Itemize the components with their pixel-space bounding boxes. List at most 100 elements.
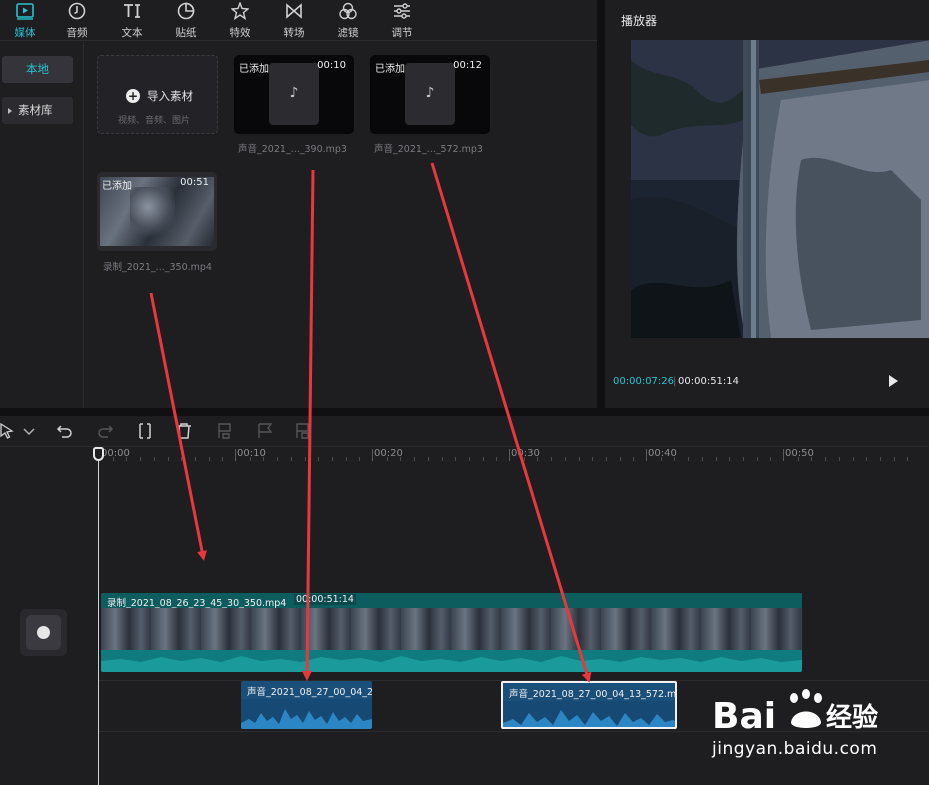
tick-mark [372,449,373,461]
media-duration: 00:12 [453,60,482,71]
video-audio-waveform [101,650,802,672]
tab-adjust[interactable]: 调节 [382,0,422,41]
select-cursor-icon[interactable] [0,422,18,440]
play-square-icon [16,3,34,20]
tick-mark-minor [126,457,128,461]
speaker-icon [26,615,61,650]
media-duration: 00:10 [317,60,346,71]
tick-mark-minor [249,457,251,461]
delete-icon[interactable] [175,422,193,440]
watermark-brand: Bai [712,696,776,737]
tick-mark-minor [140,457,142,461]
sidebar-item-library[interactable]: 素材库 [2,97,73,124]
media-card-name: 声音_2021_..._390.mp3 [238,144,347,155]
tick-mark-minor [331,457,333,461]
tick-mark-minor [688,457,690,461]
baidu-paw-logo: Bai 经验 [712,689,878,737]
play-icon[interactable] [889,375,898,387]
tick-mark-minor [523,457,525,461]
audio-clip-2[interactable]: 声音_2021_08_27_00_04_13_572.m [501,681,677,729]
tab-audio[interactable]: 音频 [57,0,97,41]
tick-mark-minor [386,457,388,461]
tick-mark-minor [674,457,676,461]
audio-clip-name: 声音_2021_08_27_00_04_13_572.m [509,689,677,700]
time-separator: | [673,376,677,387]
timeline-ruler[interactable]: 00:00 00:10 00:20 00:30 00:40 00:50 [0,447,929,465]
tab-text[interactable]: 文本 [112,0,152,41]
tick-mark-minor [770,457,772,461]
chevron-down-icon[interactable] [20,422,38,440]
tick-mark-minor [605,457,607,461]
tick-mark-minor [427,457,429,461]
sidebar-item-library-label: 素材库 [18,103,53,117]
tick-mark-minor [797,457,799,461]
media-card-audio-1[interactable]: ♪ 已添加 00:10 [234,55,354,134]
tick-mark-minor [756,457,758,461]
added-badge: 已添加 [239,64,269,75]
tick-mark-minor [866,457,868,461]
split-icon[interactable] [136,422,154,440]
redo-icon[interactable] [96,422,114,440]
playhead-handle[interactable] [93,447,104,461]
tick-mark-minor [811,457,813,461]
tick-mark-minor [893,457,895,461]
tab-transition-label: 转场 [283,27,305,39]
tick-mark-minor [838,457,840,461]
tab-transition[interactable]: 转场 [274,0,314,41]
tick-mark-minor [564,457,566,461]
tick-mark-minor [167,457,169,461]
tab-effects[interactable]: 特效 [220,0,260,41]
crop-icon[interactable] [294,422,312,440]
audio-clip-1[interactable]: 声音_2021_08_27_00_04_28 [241,681,372,729]
media-card-audio-2[interactable]: ♪ 已添加 00:12 [370,55,490,134]
media-card-name: 声音_2021_..._572.mp3 [374,144,483,155]
import-media-label: 导入素材 [147,89,193,103]
video-clip[interactable]: 录制_2021_08_26_23_45_30_350.mp4 00:00:51:… [101,593,802,672]
tab-media[interactable]: 媒体 [5,0,45,41]
audio-waveform [503,701,675,727]
tick-mark-minor [701,457,703,461]
waveform-graphic [503,710,675,727]
video-clip-name: 录制_2021_08_26_23_45_30_350.mp4 [107,598,287,609]
video-filmstrip [101,608,802,650]
media-panel: 媒体 音频 文本 贴纸 特效 转场 滤镜 调节 本地 素材库 + 导入素材 视频… [0,0,597,408]
tick-mark-minor [482,457,484,461]
tick-mark-minor [742,457,744,461]
tick-mark-minor [729,457,731,461]
tick-mark-minor [318,457,320,461]
sparkle-star-icon [231,2,249,20]
player-preview[interactable] [631,40,929,338]
track-audio-toggle[interactable] [20,609,67,656]
tab-filter[interactable]: 滤镜 [328,0,368,41]
tick-label: 00:10 [237,448,266,459]
tick-mark-minor [455,457,457,461]
undo-icon[interactable] [56,422,74,440]
media-sidebar: 本地 素材库 [0,42,84,408]
tick-mark-minor [414,457,416,461]
player-title: 播放器 [621,14,658,28]
playhead-line[interactable] [98,448,99,785]
flag-icon[interactable] [256,422,274,440]
tab-sticker[interactable]: 贴纸 [166,0,206,41]
tick-mark-minor [400,457,402,461]
sidebar-item-local[interactable]: 本地 [2,56,73,83]
tick-mark-minor [359,457,361,461]
tick-label: 00:50 [785,448,814,459]
tick-mark-minor [825,457,827,461]
current-time: 00:00:07:26 [613,376,675,387]
tab-effects-label: 特效 [229,27,251,39]
timeline-toolbar [0,416,929,447]
baidu-watermark: Bai 经验 jingyan.baidu.com [706,684,916,764]
tab-filter-label: 滤镜 [337,27,359,39]
media-card-video[interactable]: 已添加 00:51 [97,172,217,251]
import-media-button[interactable]: + 导入素材 视频、音频、图片 [97,55,218,134]
tick-mark-minor [578,457,580,461]
music-note-icon: ♪ [425,85,435,101]
freeze-frame-icon[interactable] [216,422,234,440]
added-badge: 已添加 [102,181,132,192]
media-duration: 00:51 [180,177,209,188]
audio-thumbnail: ♪ [269,63,319,125]
tick-mark-minor [619,457,621,461]
tab-sticker-label: 贴纸 [175,27,197,39]
tick-mark [235,449,236,461]
